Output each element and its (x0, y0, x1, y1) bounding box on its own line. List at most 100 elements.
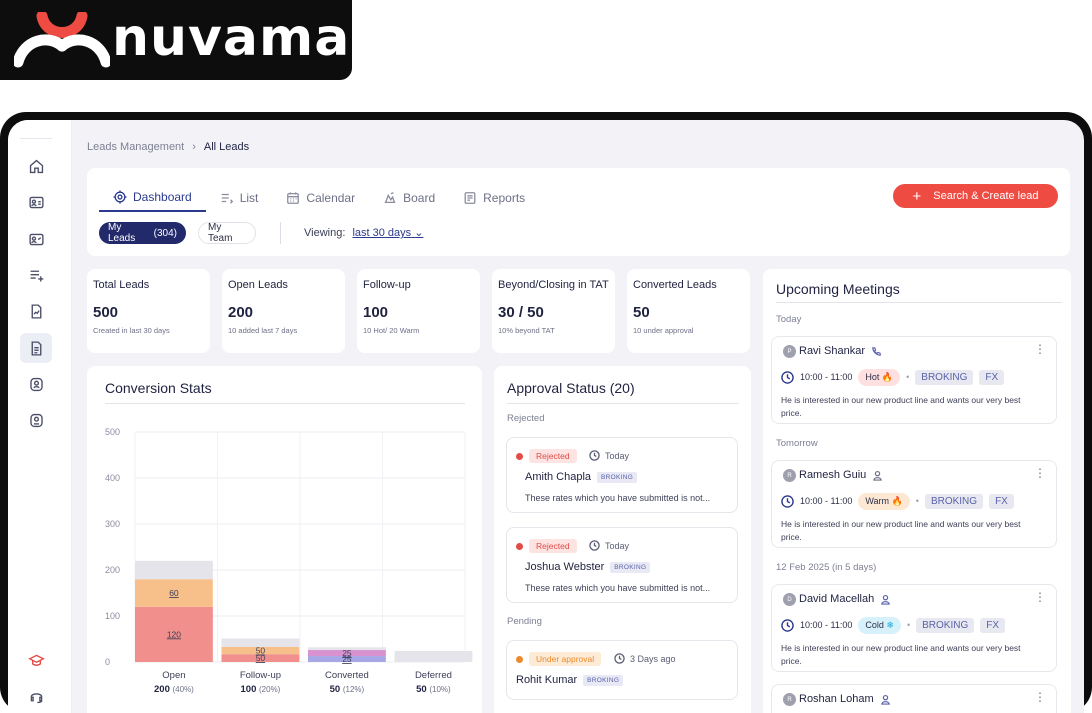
snowflake-icon: ❄ (886, 619, 894, 630)
document-list-icon[interactable] (20, 333, 52, 363)
viewing-range-dropdown[interactable]: last 30 days ⌄ (352, 227, 423, 239)
group-label-rejected: Rejected (507, 413, 545, 424)
lead-name-text: Joshua Webster (525, 561, 605, 573)
stat-value: 30 / 50 (498, 304, 544, 321)
more-options-icon[interactable]: ⋮ (1034, 343, 1046, 355)
breadcrumb-current: All Leads (203, 141, 250, 153)
card-divider (776, 302, 1062, 303)
more-options-icon[interactable]: ⋮ (1034, 691, 1046, 703)
playlist-add-icon[interactable] (20, 260, 52, 290)
bullet: • (906, 372, 910, 382)
product-tag: BROKING (610, 561, 651, 573)
target-icon (113, 190, 127, 204)
y-tick-label: 100 (105, 611, 120, 621)
bar-data-label: 60 (169, 588, 179, 598)
approval-item[interactable]: Rejected Today Amith Chapla BROKING These… (506, 437, 738, 513)
stat-card-total-leads[interactable]: Total Leads 500 Created in last 30 days (87, 269, 210, 353)
stat-card-converted-leads[interactable]: Converted Leads 50 10 under approval (627, 269, 750, 353)
chevron-right-icon: › (192, 141, 196, 153)
stat-card-beyond-closing-tat[interactable]: Beyond/Closing in TAT 30 / 50 10% beyond… (492, 269, 615, 353)
home-icon[interactable] (20, 151, 52, 181)
id-card-icon[interactable] (20, 224, 52, 254)
person-icon (881, 594, 891, 605)
meeting-details: 10:00 - 11:00 Warm 🔥 • BROKING FX (781, 491, 1014, 511)
card-title: Upcoming Meetings (776, 281, 900, 297)
more-options-icon[interactable]: ⋮ (1034, 591, 1046, 603)
breadcrumb-parent[interactable]: Leads Management (87, 141, 184, 153)
x-category-label: Deferred (415, 670, 452, 681)
group-label-pending: Pending (507, 616, 542, 627)
tab-board[interactable]: Board (369, 184, 449, 212)
bullet: • (906, 620, 911, 630)
x-category-label: Converted (325, 670, 369, 681)
status-dot (516, 543, 523, 550)
search-create-lead-button[interactable]: + Search & Create lead (893, 184, 1058, 208)
total-percent: (20%) (259, 685, 281, 694)
contact-card-icon[interactable] (20, 187, 52, 217)
headset-icon[interactable] (20, 681, 52, 711)
meeting-item[interactable]: R Ramesh Guiu ⋮ 10:00 - 11:00 Warm 🔥 • B… (771, 460, 1057, 548)
meeting-note: He is interested in our new product line… (781, 395, 1021, 418)
meeting-details: 10:00 - 11:00 Cold ❄ • BROKING FX (781, 615, 1006, 635)
total-percent: (10%) (429, 685, 451, 694)
profile-badge-alt-icon[interactable] (20, 405, 52, 435)
stat-title: Converted Leads (633, 279, 717, 291)
stat-card-open-leads[interactable]: Open Leads 200 10 added last 7 days (222, 269, 345, 353)
temperature-badge: Warm 🔥 (858, 492, 910, 510)
stat-title: Beyond/Closing in TAT (498, 279, 609, 291)
card-divider (105, 403, 465, 404)
my-team-filter[interactable]: My Team (198, 222, 256, 244)
more-options-icon[interactable]: ⋮ (1034, 467, 1046, 479)
my-leads-label: My Leads (108, 222, 136, 244)
meeting-details: 10:00 - 11:00 Hot 🔥 • BROKING FX (781, 367, 1005, 387)
stat-subtext: 10 under approval (633, 326, 694, 335)
meeting-item[interactable]: R Roshan Loham ⋮ (771, 684, 1057, 713)
avatar: R (783, 469, 796, 482)
meeting-name: David Macellah (799, 593, 891, 605)
profile-badge-icon[interactable] (20, 369, 52, 399)
group-label-tomorrow: Tomorrow (776, 438, 818, 449)
stat-value: 500 (93, 304, 119, 321)
tab-reports[interactable]: Reports (449, 184, 539, 212)
bar-segment (221, 638, 300, 647)
tab-calendar[interactable]: Calendar (272, 184, 369, 212)
lead-name: Joshua Webster BROKING (525, 561, 651, 573)
temperature-label: Cold (865, 619, 884, 630)
lead-name: Amith Chapla BROKING (525, 471, 638, 483)
approval-time: Today (589, 450, 629, 461)
tab-dashboard[interactable]: Dashboard (99, 184, 206, 212)
avatar: R (783, 693, 796, 706)
tab-list[interactable]: List (206, 184, 273, 212)
clock-icon (781, 370, 794, 384)
meeting-name: Ramesh Guiu (799, 469, 883, 481)
x-category-label: Follow-up (240, 670, 281, 681)
person-icon (873, 470, 883, 481)
person-icon (880, 694, 890, 705)
stat-card-follow-up[interactable]: Follow-up 100 10 Hot/ 20 Warm (357, 269, 480, 353)
meeting-item[interactable]: D David Macellah ⋮ 10:00 - 11:00 Cold ❄ … (771, 584, 1057, 672)
meeting-time: 10:00 - 11:00 (800, 620, 853, 630)
sidebar-divider (20, 138, 52, 139)
meeting-item[interactable]: P Ravi Shankar ⋮ 10:00 - 11:00 Hot 🔥 • B… (771, 336, 1057, 424)
viewing-range-value: last 30 days (352, 227, 412, 239)
phone-icon (872, 346, 881, 356)
calendar-icon (287, 192, 300, 204)
product-chip: BROKING (924, 493, 984, 509)
product-chip: BROKING (916, 617, 975, 633)
total-value: 50 (416, 684, 429, 695)
list-icon (221, 193, 233, 204)
reports-icon (464, 192, 476, 204)
document-chart-icon[interactable] (20, 296, 52, 326)
my-leads-filter[interactable]: My Leads (304) (99, 222, 186, 244)
avatar: D (783, 593, 796, 606)
upcoming-meetings-card: Upcoming Meetings Today P Ravi Shankar ⋮… (763, 269, 1071, 713)
approval-item[interactable]: Rejected Today Joshua Webster BROKING The… (506, 527, 738, 603)
lead-name-text: Amith Chapla (525, 471, 592, 483)
approval-note: These rates which you have submitted is … (525, 493, 711, 503)
clock-icon (781, 618, 794, 632)
stat-title: Open Leads (228, 279, 288, 291)
approval-item[interactable]: Under approval 3 Days ago Rohit Kumar BRO… (506, 640, 738, 700)
tab-label: Board (403, 191, 436, 205)
graduation-icon[interactable] (20, 645, 52, 675)
time-label: Today (605, 540, 630, 551)
